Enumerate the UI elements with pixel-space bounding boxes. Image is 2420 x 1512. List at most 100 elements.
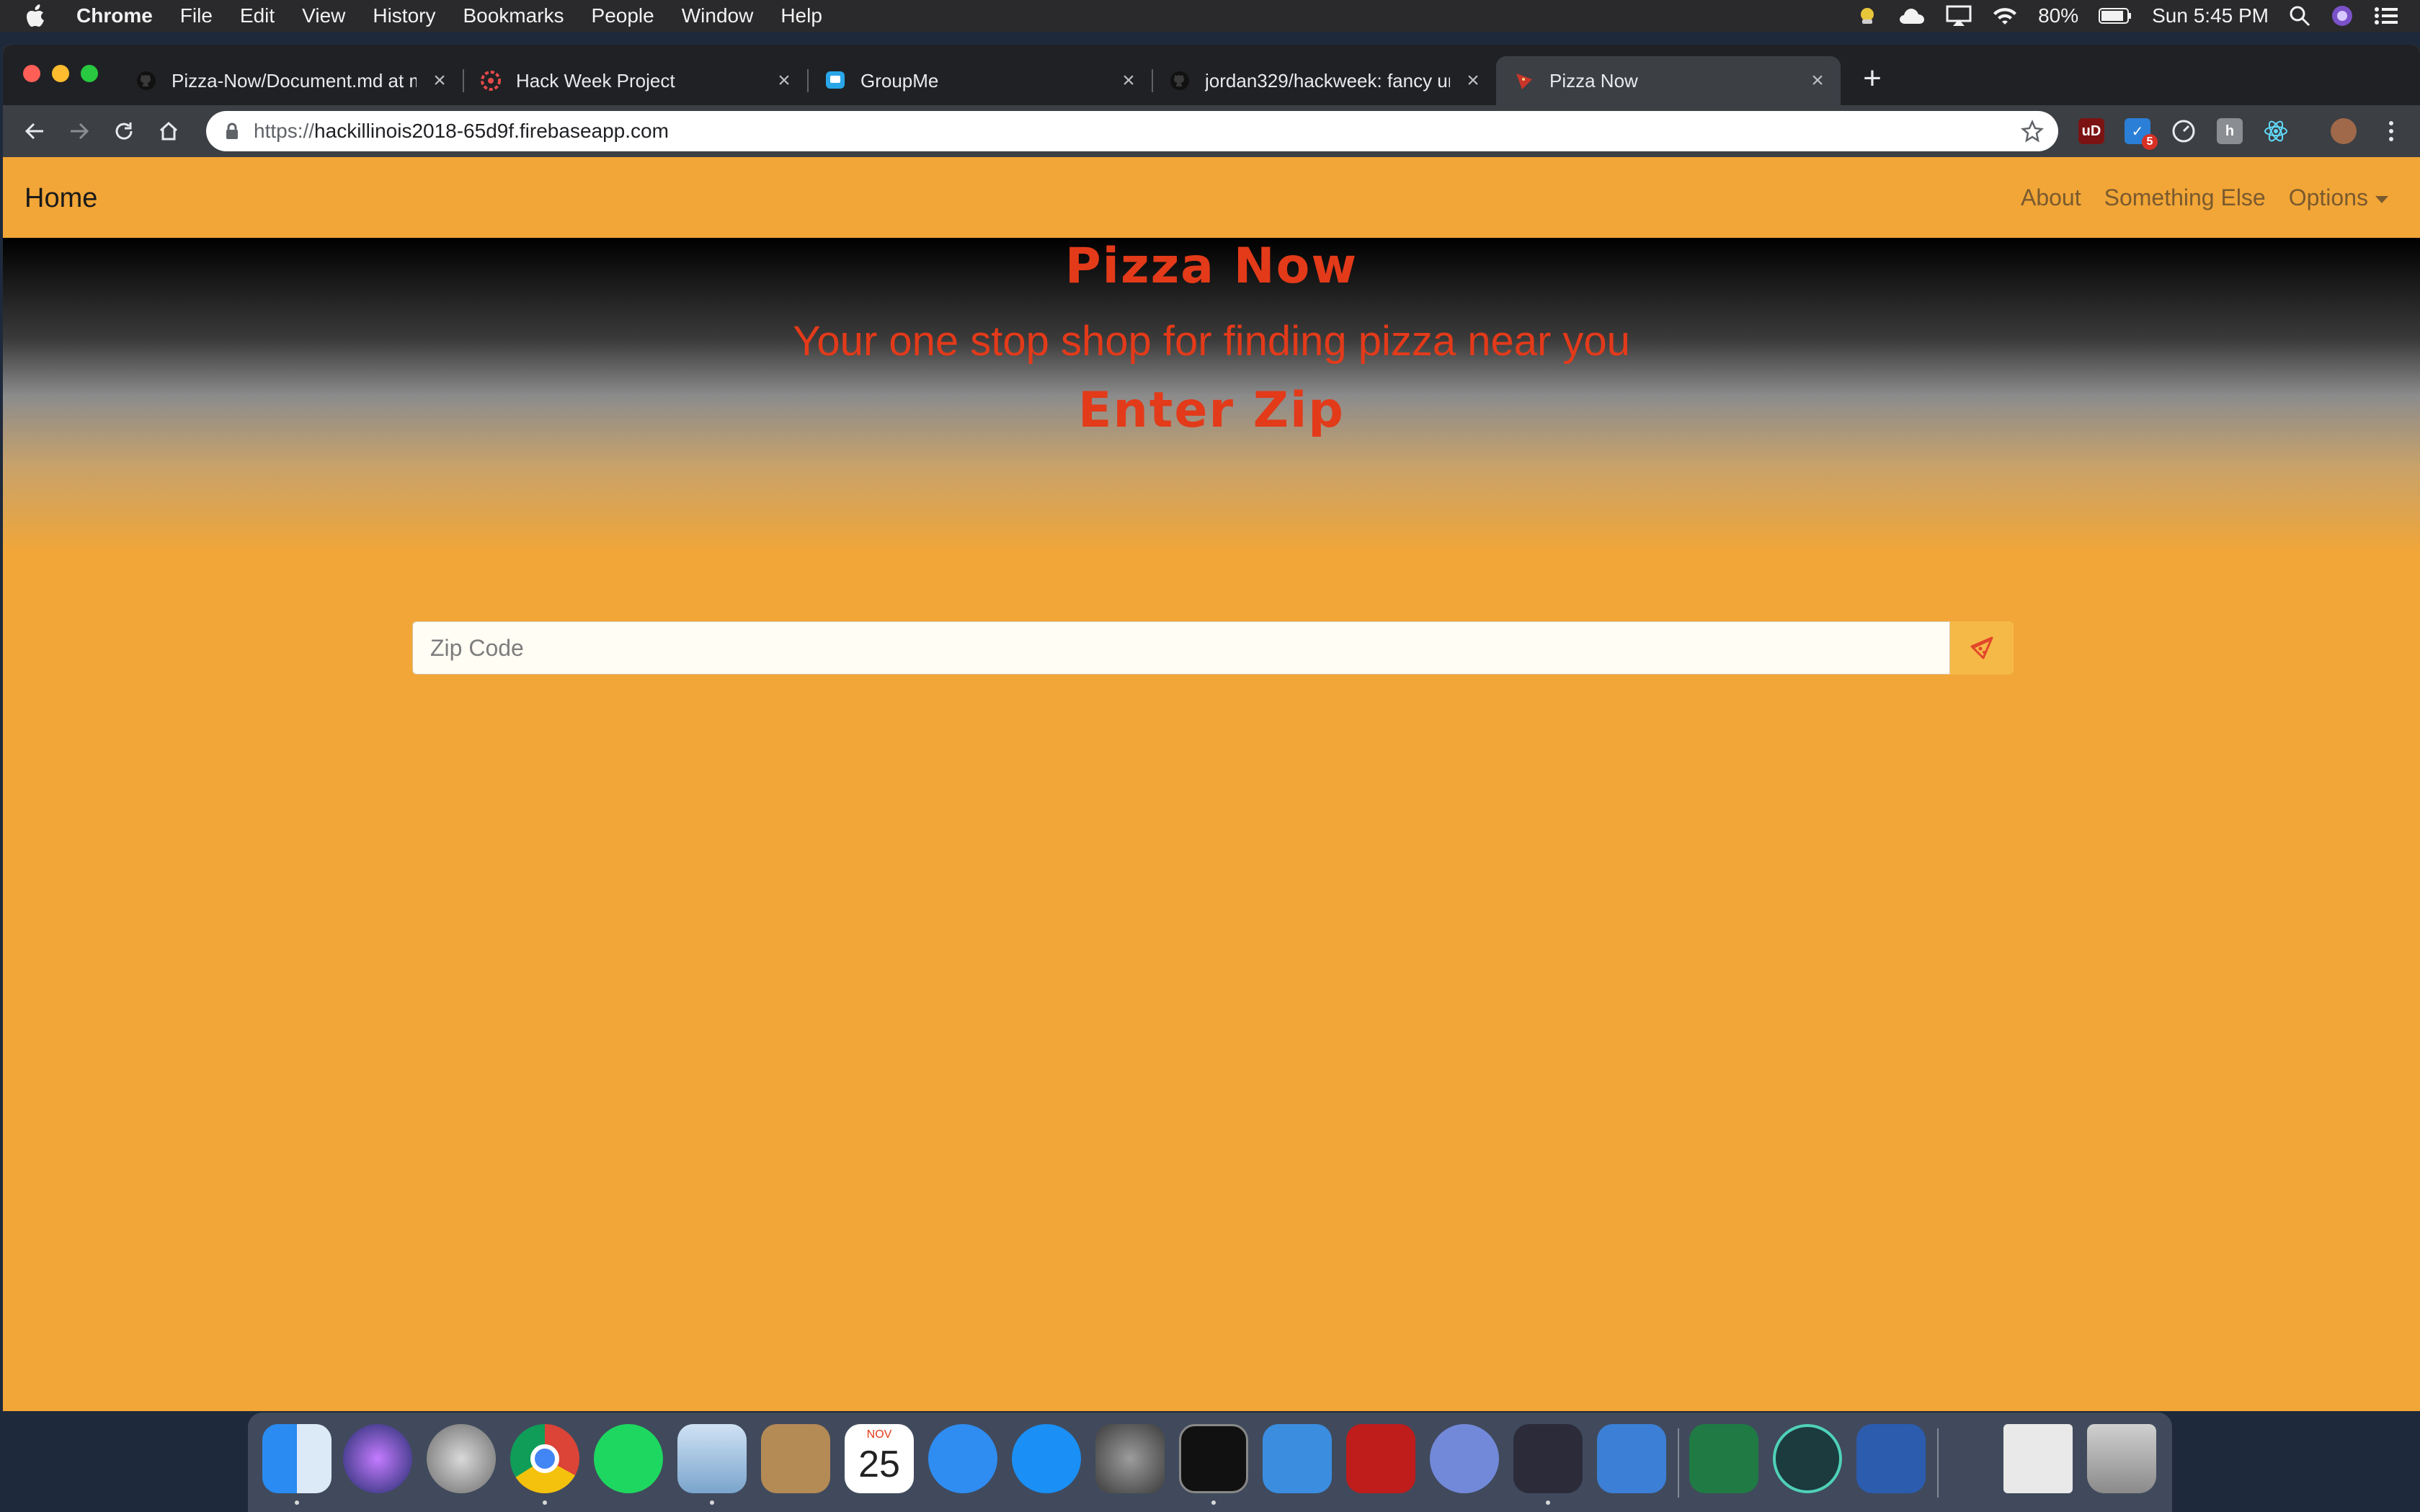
filezilla-icon[interactable] xyxy=(1346,1424,1415,1493)
running-indicator xyxy=(295,1500,299,1505)
menu-bookmarks[interactable]: Bookmarks xyxy=(463,4,564,27)
calendar-icon[interactable]: NOV 25 xyxy=(845,1424,914,1493)
siri-icon[interactable] xyxy=(2331,4,2354,27)
simulator-icon[interactable] xyxy=(1597,1424,1666,1493)
navbar-brand-home[interactable]: Home xyxy=(25,183,97,214)
gitkraken-icon[interactable] xyxy=(1773,1424,1842,1493)
nav-dropdown-options[interactable]: Options xyxy=(2289,184,2388,211)
running-indicator xyxy=(710,1500,714,1505)
github-icon xyxy=(1169,70,1191,92)
finder-icon[interactable] xyxy=(262,1424,332,1493)
enter-zip-heading: Enter Zip xyxy=(1078,382,1345,439)
mail-icon[interactable] xyxy=(677,1424,747,1493)
forward-arrow-icon[interactable] xyxy=(66,118,92,144)
site-navbar: Home About Something Else Options xyxy=(3,157,2420,238)
menu-people[interactable]: People xyxy=(592,4,654,27)
url-text[interactable]: https://hackillinois2018-65d9f.firebasea… xyxy=(254,120,669,143)
contacts-icon[interactable] xyxy=(761,1424,830,1493)
app-store-icon[interactable] xyxy=(1012,1424,1081,1493)
tab-title: Hack Week Project xyxy=(516,69,675,92)
weather-status-icon[interactable] xyxy=(1856,5,1878,27)
icloud-icon[interactable] xyxy=(1898,6,1926,25)
menu-help[interactable]: Help xyxy=(780,4,822,27)
launchpad-icon[interactable] xyxy=(427,1424,496,1493)
running-indicator xyxy=(1546,1500,1550,1505)
menu-history[interactable]: History xyxy=(373,4,435,27)
close-tab-icon[interactable]: × xyxy=(773,69,796,92)
discord-icon[interactable] xyxy=(1430,1424,1499,1493)
search-pizza-button[interactable] xyxy=(1950,621,2014,675)
browser-toolbar: https://hackillinois2018-65d9f.firebasea… xyxy=(3,105,2420,157)
close-tab-icon[interactable]: × xyxy=(1806,69,1829,92)
react-devtools-icon[interactable] xyxy=(2263,118,2289,144)
chrome-menu-icon[interactable] xyxy=(2378,118,2404,144)
tab-title: jordan329/hackweek: fancy un xyxy=(1205,69,1450,92)
calendar-day: 25 xyxy=(858,1444,900,1485)
tab-pizza-now[interactable]: Pizza Now × xyxy=(1496,56,1841,105)
pizza-slice-icon xyxy=(1970,636,1993,659)
todo-extension-icon[interactable]: ✓ 5 xyxy=(2125,118,2158,150)
running-indicator xyxy=(1211,1500,1216,1505)
menu-window[interactable]: Window xyxy=(682,4,754,27)
menu-app-name[interactable]: Chrome xyxy=(76,4,153,27)
reload-icon[interactable] xyxy=(111,118,137,144)
siri-icon[interactable] xyxy=(343,1424,412,1493)
tab-groupme[interactable]: GroupMe × xyxy=(807,56,1153,105)
pizza-icon xyxy=(1513,70,1535,92)
url-host: hackillinois2018-65d9f.firebaseapp.com xyxy=(314,120,669,142)
hackillinois-icon xyxy=(480,70,502,92)
notification-center-icon[interactable] xyxy=(2374,6,2398,26)
profile-avatar[interactable] xyxy=(2331,118,2357,144)
apple-menu-icon[interactable] xyxy=(26,3,49,29)
dock: NOV 25 xyxy=(248,1413,2172,1512)
caret-down-icon xyxy=(2375,195,2388,203)
close-tab-icon[interactable]: × xyxy=(1117,69,1140,92)
new-tab-button[interactable]: + xyxy=(1858,63,1887,94)
terminal-icon[interactable] xyxy=(1179,1424,1248,1493)
lock-icon[interactable] xyxy=(225,123,239,140)
vscode-icon[interactable] xyxy=(1513,1424,1583,1493)
spotlight-search-icon[interactable] xyxy=(2289,5,2310,27)
zip-search-group xyxy=(412,621,2014,675)
airplay-icon[interactable] xyxy=(1946,5,1972,27)
messages-icon[interactable] xyxy=(928,1424,997,1493)
spotify-icon[interactable] xyxy=(594,1424,663,1493)
wifi-icon[interactable] xyxy=(1992,6,2018,26)
minimize-window-button[interactable] xyxy=(52,65,69,82)
extension-badge: 5 xyxy=(2142,134,2158,150)
zip-code-input[interactable] xyxy=(412,621,1950,675)
word-icon[interactable] xyxy=(1856,1424,1926,1493)
system-preferences-icon[interactable] xyxy=(1095,1424,1165,1493)
ublock-origin-icon[interactable]: uD xyxy=(2078,118,2104,144)
navbar-links: About Something Else Options xyxy=(2021,184,2388,211)
tab-pizza-now-document[interactable]: Pizza-Now/Document.md at m × xyxy=(118,56,464,105)
battery-icon[interactable] xyxy=(2099,8,2132,24)
browser-window: Pizza-Now/Document.md at m × Hack Week P… xyxy=(3,45,2420,1411)
address-bar[interactable]: https://hackillinois2018-65d9f.firebasea… xyxy=(206,111,2058,151)
back-arrow-icon[interactable] xyxy=(22,118,48,144)
bookmark-star-icon[interactable] xyxy=(2021,120,2044,143)
page-content: Home About Something Else Options Pizza … xyxy=(3,157,2420,1411)
nav-link-about[interactable]: About xyxy=(2021,184,2081,211)
document-preview-icon[interactable] xyxy=(2003,1424,2073,1493)
zoom-window-button[interactable] xyxy=(81,65,98,82)
calendar-month: NOV xyxy=(866,1428,892,1441)
xcode-icon[interactable] xyxy=(1263,1424,1332,1493)
tab-hack-week-project[interactable]: Hack Week Project × xyxy=(463,56,809,105)
honey-extension-icon[interactable]: h xyxy=(2217,118,2243,144)
close-window-button[interactable] xyxy=(23,65,40,82)
clock[interactable]: Sun 5:45 PM xyxy=(2152,4,2269,27)
close-tab-icon[interactable]: × xyxy=(1462,69,1485,92)
nav-link-something-else[interactable]: Something Else xyxy=(2104,184,2266,211)
speed-dial-icon[interactable] xyxy=(2171,118,2197,144)
tab-hackweek-repo[interactable]: jordan329/hackweek: fancy un × xyxy=(1152,56,1496,105)
status-area: 80% Sun 5:45 PM xyxy=(1856,0,2398,32)
home-icon[interactable] xyxy=(156,118,182,144)
trash-icon[interactable] xyxy=(2087,1424,2156,1493)
excel-icon[interactable] xyxy=(1689,1424,1758,1493)
close-tab-icon[interactable]: × xyxy=(428,69,451,92)
menu-file[interactable]: File xyxy=(180,4,213,27)
menu-view[interactable]: View xyxy=(302,4,345,27)
menu-edit[interactable]: Edit xyxy=(240,4,275,27)
chrome-app-icon[interactable] xyxy=(510,1424,579,1493)
